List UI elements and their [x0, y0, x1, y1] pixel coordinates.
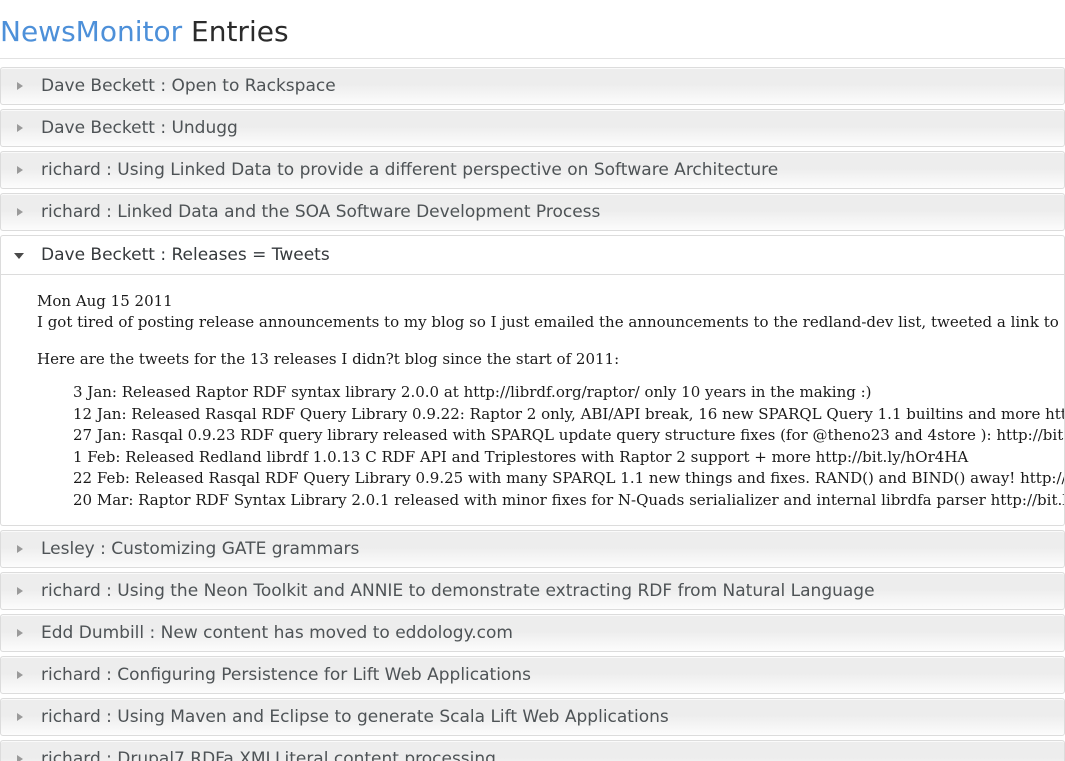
entry-item: richard : Configuring Persistence for Li…	[0, 656, 1065, 694]
entry-item: richard : Linked Data and the SOA Softwa…	[0, 193, 1065, 231]
entry-item: richard : Using the Neon Toolkit and ANN…	[0, 572, 1065, 610]
entry-item: Dave Beckett : Undugg	[0, 109, 1065, 147]
page-root: NewsMonitor Entries Dave Beckett : Open …	[0, 0, 1065, 761]
entry-bullet-item: 1 Feb: Released Redland librdf 1.0.13 C …	[73, 447, 1064, 469]
entry-title: richard : Drupal7 RDFa XMLLiteral conten…	[41, 749, 496, 761]
entry-bullet-item: 20 Mar: Raptor RDF Syntax Library 2.0.1 …	[73, 490, 1064, 512]
header-divider	[0, 58, 1065, 59]
entry-title: richard : Linked Data and the SOA Softwa…	[41, 202, 601, 222]
entry-paragraph-2: Here are the tweets for the 13 releases …	[37, 350, 620, 368]
entry-header-10[interactable]: richard : Drupal7 RDFa XMLLiteral conten…	[0, 740, 1065, 761]
page-title: NewsMonitor Entries	[0, 0, 1065, 58]
entries-accordion: Dave Beckett : Open to Rackspace Dave Bec…	[0, 67, 1065, 761]
entry-header-2[interactable]: richard : Using Linked Data to provide a…	[0, 151, 1065, 189]
entry-bullet-item: 12 Jan: Released Rasqal RDF Query Librar…	[73, 404, 1064, 426]
entry-title: richard : Using the Neon Toolkit and ANN…	[41, 581, 875, 601]
entry-header-3[interactable]: richard : Linked Data and the SOA Softwa…	[0, 193, 1065, 231]
entry-header-7[interactable]: Edd Dumbill : New content has moved to e…	[0, 614, 1065, 652]
entry-title: Edd Dumbill : New content has moved to e…	[41, 623, 513, 643]
chevron-down-icon[interactable]	[13, 248, 27, 262]
entry-title: richard : Using Linked Data to provide a…	[41, 160, 779, 180]
entry-header-5[interactable]: Lesley : Customizing GATE grammars	[0, 530, 1065, 568]
chevron-right-icon[interactable]	[13, 121, 27, 135]
entry-header-9[interactable]: richard : Using Maven and Eclipse to gen…	[0, 698, 1065, 736]
chevron-right-icon[interactable]	[13, 668, 27, 682]
chevron-right-icon[interactable]	[13, 710, 27, 724]
entry-header-0[interactable]: Dave Beckett : Open to Rackspace	[0, 67, 1065, 105]
entry-body: Mon Aug 15 2011 I got tired of posting re…	[0, 275, 1065, 526]
entry-item: Lesley : Customizing GATE grammars	[0, 530, 1065, 568]
entry-item: Dave Beckett : Releases = Tweets Mon Aug …	[0, 235, 1065, 526]
entry-header-4[interactable]: Dave Beckett : Releases = Tweets	[0, 235, 1065, 275]
entry-title: Dave Beckett : Releases = Tweets	[41, 245, 330, 265]
entry-bullet-item: 22 Feb: Released Rasqal RDF Query Librar…	[73, 468, 1064, 490]
chevron-right-icon[interactable]	[13, 584, 27, 598]
entry-item: richard : Drupal7 RDFa XMLLiteral conten…	[0, 740, 1065, 761]
entry-bullet-item: 3 Jan: Released Raptor RDF syntax librar…	[73, 382, 1064, 404]
chevron-right-icon[interactable]	[13, 542, 27, 556]
entry-item: Dave Beckett : Open to Rackspace	[0, 67, 1065, 105]
entry-title: richard : Using Maven and Eclipse to gen…	[41, 707, 669, 727]
entry-title: Lesley : Customizing GATE grammars	[41, 539, 360, 559]
entry-paragraph-1: I got tired of posting release announcem…	[37, 313, 1064, 331]
entry-title: Dave Beckett : Undugg	[41, 118, 238, 138]
entry-bullet-list: 3 Jan: Released Raptor RDF syntax librar…	[37, 382, 1064, 511]
entry-header-1[interactable]: Dave Beckett : Undugg	[0, 109, 1065, 147]
chevron-right-icon[interactable]	[13, 205, 27, 219]
chevron-right-icon[interactable]	[13, 79, 27, 93]
entry-date: Mon Aug 15 2011	[37, 292, 173, 310]
entry-header-6[interactable]: richard : Using the Neon Toolkit and ANN…	[0, 572, 1065, 610]
chevron-right-icon[interactable]	[13, 163, 27, 177]
entry-title: Dave Beckett : Open to Rackspace	[41, 76, 336, 96]
app-brand-name: NewsMonitor	[0, 15, 183, 48]
entry-item: richard : Using Linked Data to provide a…	[0, 151, 1065, 189]
chevron-right-icon[interactable]	[13, 626, 27, 640]
page-title-suffix: Entries	[182, 15, 289, 48]
entry-item: richard : Using Maven and Eclipse to gen…	[0, 698, 1065, 736]
entry-title: richard : Configuring Persistence for Li…	[41, 665, 531, 685]
entry-bullet-item: 27 Jan: Rasqal 0.9.23 RDF query library …	[73, 425, 1064, 447]
entry-header-8[interactable]: richard : Configuring Persistence for Li…	[0, 656, 1065, 694]
chevron-right-icon[interactable]	[13, 752, 27, 761]
entry-item: Edd Dumbill : New content has moved to e…	[0, 614, 1065, 652]
